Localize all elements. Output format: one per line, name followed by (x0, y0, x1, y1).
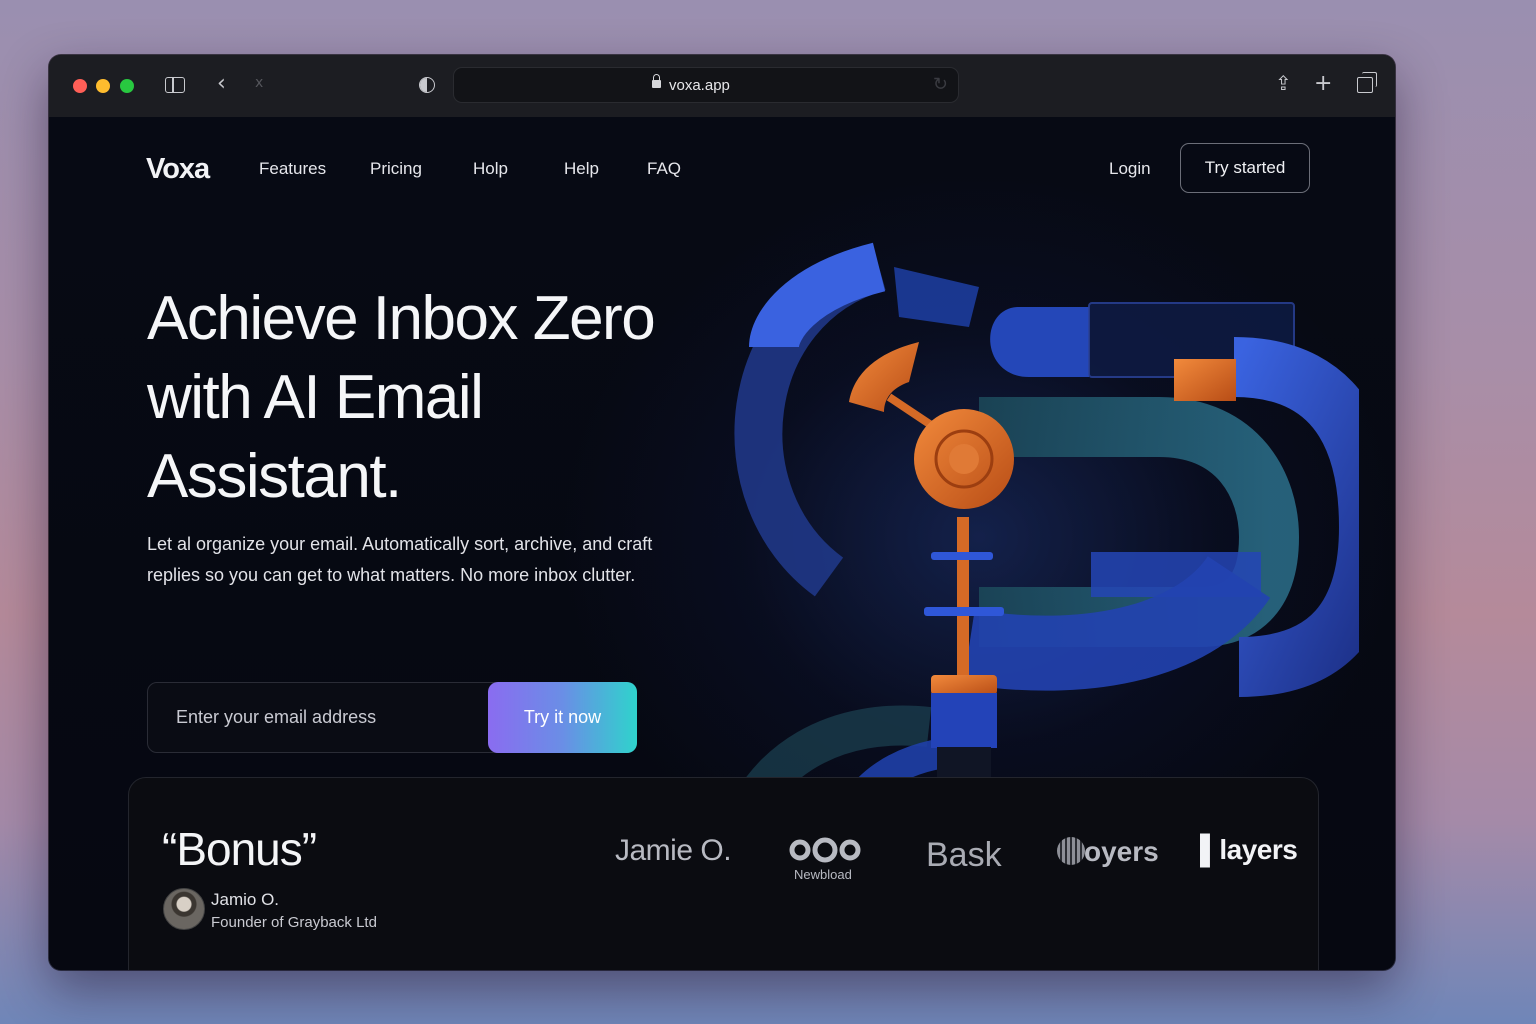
try-it-now-button[interactable]: Try it now (488, 682, 637, 753)
brand-logo-layers-text: layers (1219, 834, 1298, 865)
nav-holp[interactable]: Holp (473, 159, 508, 179)
maximize-window-button[interactable] (120, 79, 134, 93)
testimonial-role: Founder of Grayback Ltd (211, 914, 377, 931)
reload-icon[interactable]: ↻ (933, 74, 948, 95)
testimonial-panel: “Bonus” Jamio O. Founder of Grayback Ltd… (128, 777, 1319, 970)
brand-logo-oyers: oyers (1084, 836, 1159, 867)
login-link[interactable]: Login (1109, 159, 1151, 179)
browser-toolbar: ‹ x voxa.app ↻ ⇪ + (49, 55, 1395, 118)
headline-line: with AI Email (147, 363, 484, 432)
subtitle-line: replies so you can get to what matters. … (147, 565, 636, 585)
headline-line: Assistant. (147, 442, 402, 511)
minimize-window-button[interactable] (96, 79, 110, 93)
lock-icon (652, 74, 661, 88)
brand-logo-layers: ▌layers (1200, 834, 1298, 865)
forward-icon[interactable]: x (255, 75, 263, 91)
sidebar-icon[interactable] (165, 77, 185, 93)
address-bar[interactable]: voxa.app ↻ (453, 67, 959, 103)
brand-logo-jamie: Jamie O. (615, 834, 732, 867)
nav-help[interactable]: Help (564, 159, 599, 179)
close-window-button[interactable] (73, 79, 87, 93)
subtitle-line: Let al organize your email. Automaticall… (147, 534, 653, 554)
nav-pricing[interactable]: Pricing (370, 159, 422, 179)
email-signup-form: Try it now (147, 682, 637, 753)
email-input[interactable] (148, 683, 488, 752)
shield-icon[interactable] (419, 77, 435, 93)
hero-subtitle: Let al organize your email. Automaticall… (147, 529, 707, 591)
plus-icon[interactable]: + (1314, 71, 1332, 96)
nav-faq[interactable]: FAQ (647, 159, 681, 179)
avatar (163, 888, 205, 930)
brand-logo-bask: Bask (926, 836, 1002, 874)
web-page: Voxa Features Pricing Holp Help FAQ Logi… (49, 117, 1395, 970)
url-text: voxa.app (669, 77, 730, 94)
back-icon[interactable]: ‹ (217, 71, 226, 96)
share-icon[interactable]: ⇪ (1275, 71, 1292, 95)
newbload-logo-icon (789, 837, 861, 863)
site-logo[interactable]: Voxa (146, 153, 210, 186)
tabs-icon[interactable] (1357, 72, 1377, 93)
get-started-button[interactable]: Try started (1180, 143, 1310, 193)
testimonial-quote: “Bonus” (162, 823, 317, 875)
hero-headline: Achieve Inbox Zero with AI Email Assista… (147, 279, 656, 516)
nav-features[interactable]: Features (259, 159, 326, 179)
headline-line: Achieve Inbox Zero (147, 284, 656, 353)
testimonial-author: Jamio O. (211, 890, 280, 909)
brand-logo-newbload: Newbload (794, 867, 852, 882)
browser-window: ‹ x voxa.app ↻ ⇪ + Voxa Features Pricing… (49, 55, 1395, 970)
globe-icon (1057, 837, 1085, 865)
